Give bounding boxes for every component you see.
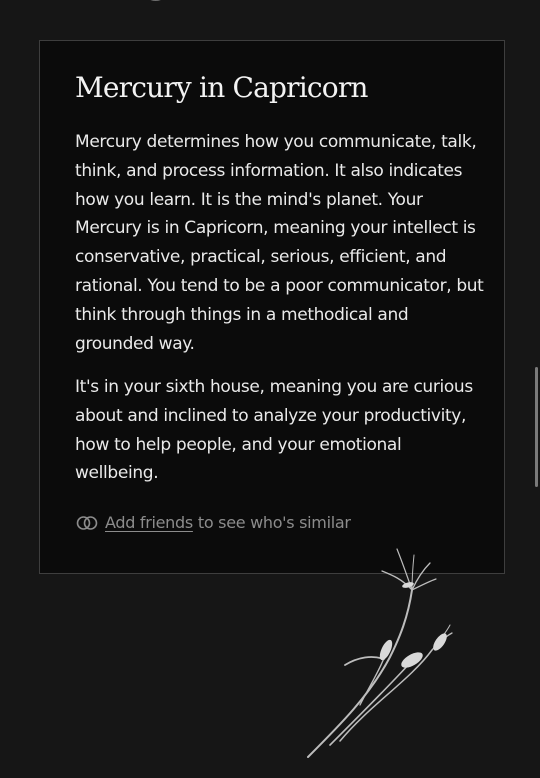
add-friends-link[interactable]: Add friends	[105, 513, 193, 532]
placement-card: Mercury in Capricorn Mercury determines …	[39, 40, 505, 574]
add-friends-row: Add friends to see who's similar	[75, 513, 351, 532]
description-paragraph: Mercury determines how you communicate, …	[75, 132, 484, 354]
house-paragraph: It's in your sixth house, meaning you ar…	[75, 377, 473, 484]
add-friends-suffix: to see who's similar	[197, 513, 351, 532]
scrollbar-thumb[interactable]	[535, 367, 538, 487]
flower-illustration	[307, 548, 453, 758]
card-title: Mercury in Capricorn	[75, 71, 368, 104]
flower-fragment-decoration	[150, 0, 161, 1]
friends-rings-icon	[76, 515, 98, 530]
